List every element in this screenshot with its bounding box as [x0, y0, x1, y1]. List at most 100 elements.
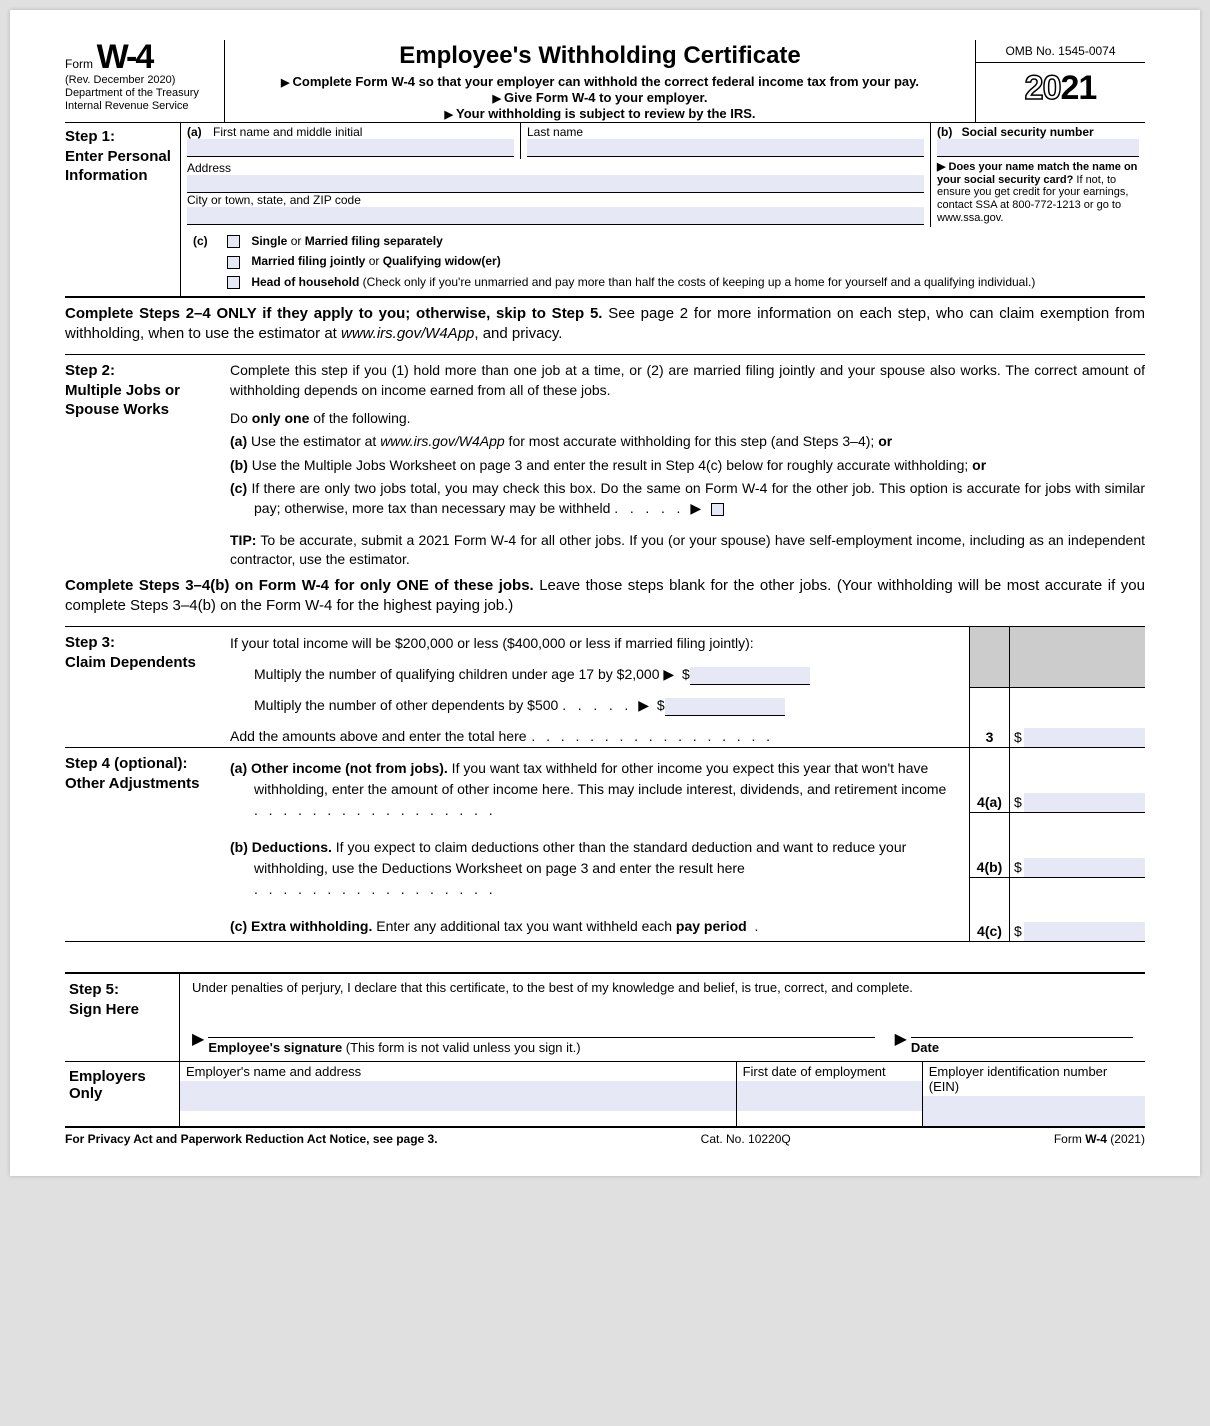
line-4a-input[interactable] — [1024, 793, 1145, 813]
step3-numcol: 3 — [970, 627, 1010, 747]
header-left: Form W-4 (Rev. December 2020) Department… — [65, 40, 225, 122]
dept: Department of the Treasury — [65, 87, 220, 100]
step2-label: Step 2: Multiple Jobs or Spouse Works — [65, 361, 230, 569]
line-3-amt: $ — [1010, 688, 1145, 748]
first-name-input[interactable] — [187, 139, 514, 157]
step2-intro: Complete this step if you (1) hold more … — [230, 361, 1145, 400]
employer-name-cell: Employer's name and address — [180, 1062, 737, 1126]
first-date-cell: First date of employment — [737, 1062, 923, 1126]
step2-block: Step 2: Multiple Jobs or Spouse Works Co… — [65, 354, 1145, 569]
ssn-input[interactable] — [937, 139, 1139, 157]
step1-label: Step 1: Enter Personal Information — [65, 123, 180, 296]
first-date-input[interactable] — [737, 1081, 922, 1111]
first-name-label: First name and middle initial — [213, 125, 362, 139]
instruction-3: Your withholding is subject to review by… — [231, 106, 969, 121]
filing-status-block: (c) Single or Married filing separately … — [180, 227, 1145, 296]
step4c: (c) Extra withholding. Enter any additio… — [230, 916, 963, 937]
date-field[interactable]: Date — [911, 1037, 1133, 1055]
line-4c-num: 4(c) — [970, 878, 1009, 942]
step5-block: Step 5: Sign Here Under penalties of per… — [65, 972, 1145, 1062]
step3-total-line: Add the amounts above and enter the tota… — [230, 726, 963, 747]
checkbox-two-jobs[interactable] — [711, 503, 724, 516]
opt-hoh: Head of household — [251, 275, 359, 289]
address-input[interactable] — [187, 175, 924, 193]
form-number: W-4 — [97, 38, 153, 76]
employers-only-block: Employers Only Employer's name and addre… — [65, 1062, 1145, 1128]
w4app-link: www.irs.gov/W4App — [341, 325, 474, 342]
line-4b-num: 4(b) — [970, 813, 1009, 878]
city-input[interactable] — [187, 207, 924, 225]
signature-field[interactable]: Employee's signature (This form is not v… — [208, 1037, 874, 1055]
checkbox-hoh[interactable] — [227, 276, 240, 289]
address-cell: Address City or town, state, and ZIP cod… — [180, 159, 930, 227]
step2-num: Step 2: — [65, 362, 115, 379]
first-name-cell: (a) First name and middle initial — [180, 123, 520, 159]
step2-opt-c: (c) If there are only two jobs total, yo… — [230, 479, 1145, 518]
intermission-1: Complete Steps 2–4 ONLY if they apply to… — [65, 298, 1145, 355]
step4-label: Step 4 (optional): Other Adjustments — [65, 748, 230, 941]
inter2-bold: Complete Steps 3–4(b) on Form W-4 for on… — [65, 577, 534, 594]
intermission-2: Complete Steps 3–4(b) on Form W-4 for on… — [65, 570, 1145, 627]
last-name-cell: Last name — [520, 123, 930, 159]
opt-single: Single — [251, 234, 287, 248]
opt-hoh-note: (Check only if you're unmarried and pay … — [359, 275, 1035, 289]
step3-body: If your total income will be $200,000 or… — [230, 627, 970, 747]
opt-mfj: Married filing jointly — [251, 254, 365, 268]
step4b: (b) Deductions. If you expect to claim d… — [230, 837, 963, 900]
inter1-bold: Complete Steps 2–4 ONLY if they apply to… — [65, 305, 602, 322]
children-amount-input[interactable] — [690, 667, 810, 685]
line-4b-input[interactable] — [1024, 858, 1145, 878]
step1-sub: Enter Personal Information — [65, 148, 171, 185]
checkbox-mfj[interactable] — [227, 256, 240, 269]
employer-name-input[interactable] — [180, 1081, 736, 1111]
ein-input[interactable] — [923, 1096, 1145, 1126]
step4-block: Step 4 (optional): Other Adjustments (a)… — [65, 747, 1145, 942]
step3-amtcol: $ — [1010, 627, 1145, 747]
b-label: (b) — [937, 125, 952, 139]
footer-catno: Cat. No. 10220Q — [701, 1132, 791, 1146]
step3-dependents-line: Multiply the number of other dependents … — [254, 695, 963, 716]
employer-name-label: Employer's name and address — [180, 1062, 736, 1081]
opt-qw: Qualifying widow(er) — [383, 254, 501, 268]
step4-body: (a) Other income (not from jobs). If you… — [230, 748, 970, 941]
instruction-1: Complete Form W-4 so that your employer … — [231, 74, 969, 89]
last-name-label: Last name — [527, 125, 583, 139]
header-middle: Employee's Withholding Certificate Compl… — [225, 40, 975, 122]
line-3-num: 3 — [970, 688, 1009, 748]
dependents-amount-input[interactable] — [665, 698, 785, 716]
name-match-note: ▶ Does your name match the name on your … — [930, 159, 1145, 227]
step5-label: Step 5: Sign Here — [65, 974, 180, 1061]
checkbox-single[interactable] — [227, 235, 240, 248]
a-label: (a) — [187, 125, 202, 139]
step1-num: Step 1: — [65, 128, 115, 145]
step3-label: Step 3: Claim Dependents — [65, 627, 230, 747]
date-arrow-icon: ▶ — [895, 1029, 911, 1055]
year-outline: 20 — [1025, 69, 1061, 107]
step4a: (a) Other income (not from jobs). If you… — [230, 758, 963, 821]
tax-year: 2021 — [976, 63, 1145, 108]
line-3-input[interactable] — [1024, 728, 1145, 748]
step2-sub: Multiple Jobs or Spouse Works — [65, 382, 180, 419]
line-4a-num: 4(a) — [970, 748, 1009, 813]
step1-body: (a) First name and middle initial Last n… — [180, 123, 1145, 296]
form-title: Employee's Withholding Certificate — [231, 42, 969, 70]
step3-block: Step 3: Claim Dependents If your total i… — [65, 626, 1145, 747]
filing-status-hoh: Head of household (Check only if you're … — [187, 272, 1139, 292]
form-header: Form W-4 (Rev. December 2020) Department… — [65, 40, 1145, 123]
step2-tip: TIP: To be accurate, submit a 2021 Form … — [230, 531, 1145, 570]
form-page: Form W-4 (Rev. December 2020) Department… — [10, 10, 1200, 1176]
footer-left: For Privacy Act and Paperwork Reduction … — [65, 1132, 438, 1146]
perjury-declaration: Under penalties of perjury, I declare th… — [192, 980, 1133, 995]
last-name-input[interactable] — [527, 139, 924, 157]
employers-only-label: Employers Only — [65, 1062, 180, 1126]
filing-status-c: (c) Single or Married filing separately — [187, 231, 1139, 251]
step2-body: Complete this step if you (1) hold more … — [230, 361, 1145, 569]
irs: Internal Revenue Service — [65, 100, 220, 113]
c-label: (c) — [193, 234, 208, 248]
step2-opt-b: (b) Use the Multiple Jobs Worksheet on p… — [230, 456, 1145, 476]
footer-right: Form W-4 (2021) — [1054, 1132, 1145, 1146]
address-label: Address — [187, 161, 231, 175]
arrow-icon: ▶ — [690, 500, 701, 516]
ein-label: Employer identification number (EIN) — [923, 1062, 1145, 1096]
line-4c-input[interactable] — [1024, 922, 1145, 942]
